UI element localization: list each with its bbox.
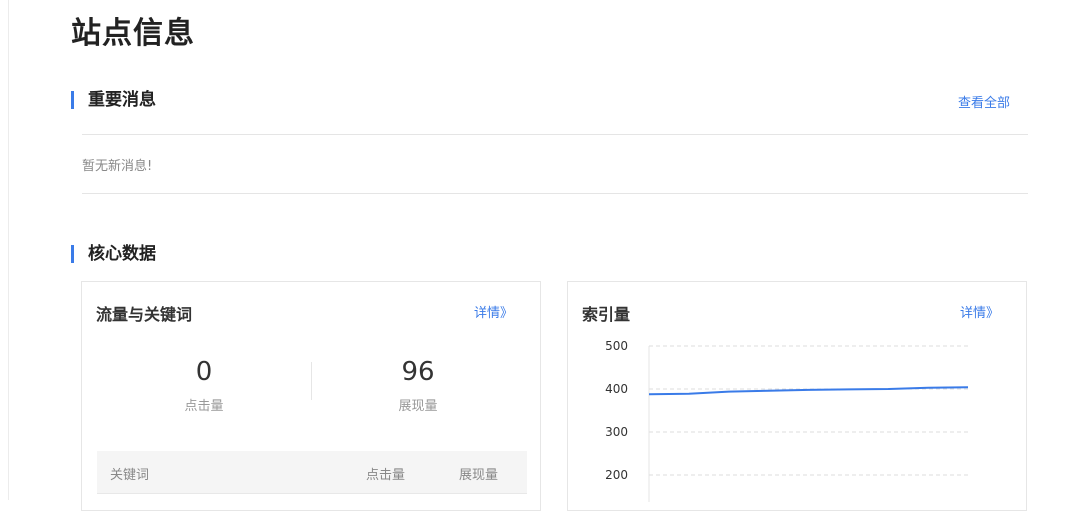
index-card-title: 索引量 xyxy=(582,305,631,324)
keyword-table-header: 关键词 点击量 展现量 xyxy=(97,451,527,493)
clicks-metric: 0 点击量 xyxy=(104,357,304,414)
index-series-line xyxy=(648,386,969,396)
index-details-link[interactable]: 详情》 xyxy=(960,302,999,321)
table-header-divider xyxy=(97,493,527,494)
col-keyword: 关键词 xyxy=(110,468,150,483)
impressions-label: 展现量 xyxy=(398,399,438,414)
messages-empty-text: 暂无新消息! xyxy=(82,159,153,174)
y-tick-label: 200 xyxy=(605,468,628,482)
index-line-chart: 500 400 300 200 xyxy=(605,339,969,502)
traffic-details-link[interactable]: 详情》 xyxy=(474,302,513,321)
section-accent-bar xyxy=(71,245,74,263)
y-tick-label: 300 xyxy=(605,425,628,439)
index-card: 索引量 详情》 500 400 300 200 xyxy=(567,281,1027,511)
impressions-value: 96 xyxy=(401,357,435,387)
messages-divider-top xyxy=(82,134,1028,135)
traffic-card: 流量与关键词 详情》 0 点击量 96 展现量 关键词 点击量 展现量 xyxy=(81,281,541,511)
metric-separator xyxy=(311,362,312,400)
messages-heading: 重要消息 xyxy=(88,90,156,110)
left-border xyxy=(8,0,9,500)
view-all-link[interactable]: 查看全部 xyxy=(958,92,1010,111)
clicks-value: 0 xyxy=(195,357,213,387)
impressions-metric: 96 展现量 xyxy=(318,357,518,414)
messages-divider-bottom xyxy=(82,193,1028,194)
y-tick-label: 500 xyxy=(605,339,628,353)
page-title: 站点信息 xyxy=(71,16,195,51)
col-impressions: 展现量 xyxy=(459,468,499,483)
core-heading: 核心数据 xyxy=(88,244,156,264)
section-accent-bar xyxy=(71,91,74,109)
col-clicks: 点击量 xyxy=(366,468,406,483)
traffic-card-title: 流量与关键词 xyxy=(96,305,193,324)
y-tick-label: 400 xyxy=(605,382,628,396)
clicks-label: 点击量 xyxy=(184,399,224,414)
